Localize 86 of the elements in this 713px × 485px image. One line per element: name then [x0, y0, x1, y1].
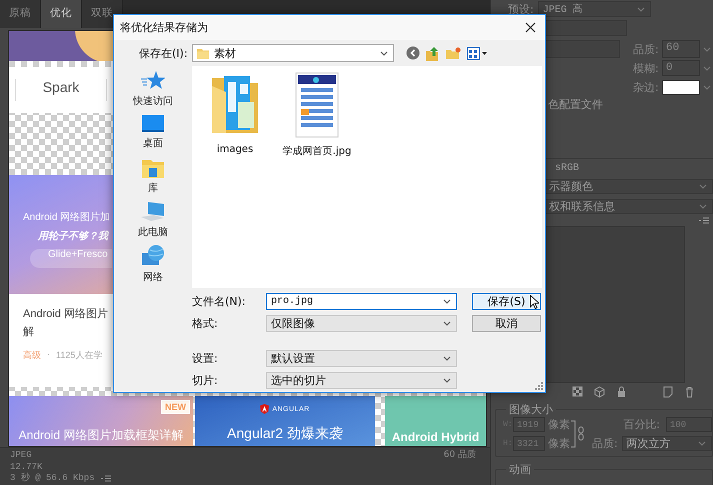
- chevron-icon: [443, 378, 451, 383]
- dialog-title: 将优化结果存储为: [120, 20, 208, 35]
- cursor-icon: [530, 295, 539, 309]
- chevron-icon: [443, 356, 451, 361]
- file-size: 12.77K: [10, 462, 44, 472]
- card-title: Android 网络图片加载框架详解: [18, 427, 184, 444]
- matte-label: 杂边:: [633, 80, 660, 95]
- panel-menu-icon[interactable]: [699, 217, 709, 224]
- back-icon[interactable]: [406, 46, 420, 60]
- unit-label: 像素: [548, 417, 570, 432]
- unit-label: 像素: [548, 436, 570, 451]
- quality-label: 60 品质: [444, 450, 476, 462]
- star-icon[interactable]: [141, 70, 165, 92]
- cube-icon[interactable]: [594, 386, 605, 398]
- nav-item[interactable]: 快速访问: [133, 94, 173, 108]
- nav-item[interactable]: 网络: [143, 270, 163, 284]
- settings-dropdown[interactable]: 默认设置: [266, 350, 457, 367]
- chevron-icon: [699, 204, 707, 209]
- color-swatch[interactable]: [662, 80, 700, 95]
- blur-label: 模糊:: [633, 60, 660, 76]
- trash-icon[interactable]: [684, 386, 695, 398]
- new-badge: NEW: [161, 400, 190, 414]
- download-time: 3 秒 @ 56.6 Kbps: [10, 473, 95, 484]
- chevron-icon: [698, 441, 706, 446]
- location-dropdown[interactable]: 素材: [192, 44, 394, 62]
- webpage-thumbnail-drawing[interactable]: [295, 72, 339, 138]
- profile-option: 色配置文件: [548, 97, 603, 112]
- learner-count: 1125人在学: [56, 349, 102, 362]
- percent-label: 百分比:: [623, 417, 660, 432]
- chevron-icon: [702, 66, 710, 70]
- shield-icon: [260, 404, 270, 414]
- dialog-button[interactable]: 取消: [472, 315, 541, 332]
- card-title: Android Hybrid: [392, 430, 480, 444]
- dialog-button[interactable]: 保存(S): [472, 293, 541, 310]
- file-name[interactable]: images: [216, 144, 254, 155]
- nav-item[interactable]: 桌面: [143, 136, 163, 150]
- monitor-icon[interactable]: [141, 114, 165, 134]
- group-title: 图像大小: [508, 402, 554, 417]
- computer-icon[interactable]: [140, 200, 166, 223]
- tag-pill: Glide+Fresco: [30, 249, 112, 268]
- nav-item[interactable]: 库: [148, 181, 158, 196]
- chevron-icon: [636, 6, 645, 12]
- checker-icon[interactable]: [572, 386, 583, 398]
- card-title: Angular2 劲爆来袭: [227, 425, 343, 443]
- filename-field[interactable]: pro.jpg: [266, 293, 457, 310]
- chevron-icon: [699, 184, 707, 189]
- course-title: 解: [23, 325, 34, 340]
- srgb-option: sRGB: [555, 163, 580, 174]
- level-label: 高级: [23, 349, 41, 362]
- resample-label: 品质:: [592, 436, 618, 451]
- group-title: 动画: [508, 462, 532, 477]
- nav-item[interactable]: 此电脑: [138, 224, 168, 239]
- course-title: Android 网络图片: [23, 307, 108, 322]
- save-in-label: 保存在(I):: [139, 46, 189, 60]
- banner-subtitle: 用轮子不够？我: [38, 230, 108, 243]
- resample-dropdown[interactable]: 两次立方: [622, 436, 712, 451]
- chevron-icon: [702, 46, 710, 52]
- folder-icon: [197, 47, 209, 59]
- file-name[interactable]: 学成网首页.jpg: [282, 144, 352, 158]
- tab[interactable]: 原稿: [0, 0, 41, 28]
- quality-label: 品质:: [633, 42, 660, 56]
- format-label: JPEG: [10, 450, 32, 462]
- chevron-icon: [443, 299, 451, 304]
- new-item-icon[interactable]: [662, 386, 673, 398]
- resize-grip-icon[interactable]: [534, 381, 543, 390]
- tab[interactable]: 优化: [41, 0, 82, 28]
- slices-dropdown[interactable]: 选中的切片: [266, 372, 457, 389]
- up-folder-icon[interactable]: [426, 46, 440, 60]
- lock-icon[interactable]: [616, 386, 627, 398]
- filename-label: 文件名(N):: [192, 294, 247, 309]
- format-dropdown[interactable]: 仅限图像: [266, 315, 457, 332]
- separator-dot: ·: [47, 349, 50, 361]
- slices-label: 切片:: [192, 373, 219, 388]
- close-icon[interactable]: [525, 22, 536, 33]
- chevron-icon: [443, 321, 451, 326]
- library-icon[interactable]: [141, 157, 165, 180]
- preset-label: 预设:: [508, 2, 534, 16]
- preset-dropdown[interactable]: JPEG 高: [538, 1, 651, 17]
- banner-title: Android 网络图片加: [23, 210, 110, 224]
- chevron-icon: [380, 50, 388, 56]
- menu-icon[interactable]: [100, 475, 111, 482]
- view-menu-icon[interactable]: [467, 46, 487, 60]
- new-folder-icon[interactable]: [446, 46, 461, 60]
- settings-label: 设置:: [192, 351, 219, 366]
- chevron-icon: [702, 85, 710, 90]
- format-label: 格式:: [192, 316, 219, 331]
